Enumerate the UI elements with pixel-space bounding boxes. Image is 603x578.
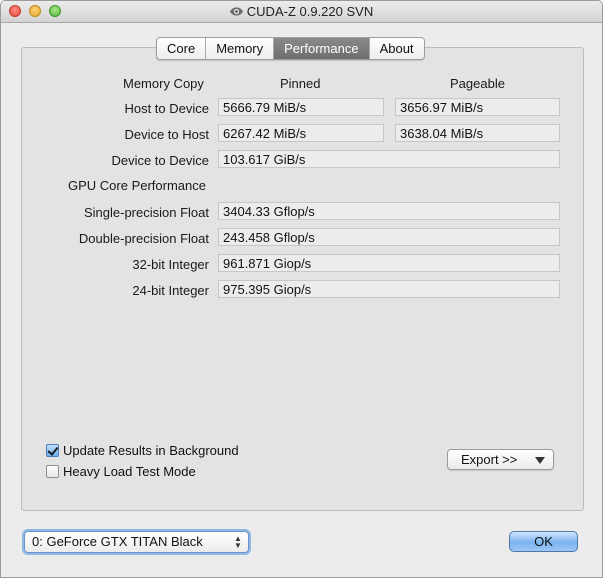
int32-value: 961.871 Giop/s bbox=[218, 254, 560, 272]
device-to-device-value: 103.617 GiB/s bbox=[218, 150, 560, 168]
heavy-load-option[interactable]: Heavy Load Test Mode bbox=[46, 463, 196, 479]
single-precision-value: 3404.33 Gflop/s bbox=[218, 202, 560, 220]
int24-value: 975.395 Giop/s bbox=[218, 280, 560, 298]
tab-about[interactable]: About bbox=[370, 38, 424, 59]
tab-performance[interactable]: Performance bbox=[274, 38, 370, 59]
heavy-load-checkbox[interactable] bbox=[46, 464, 59, 478]
gpu-core-performance-heading: GPU Core Performance bbox=[68, 178, 206, 193]
device-to-host-label: Device to Host bbox=[124, 127, 209, 142]
update-background-checkbox[interactable] bbox=[46, 443, 59, 457]
select-stepper-icon: ▲ ▼ bbox=[234, 534, 242, 550]
gpu-device-selected-value: 0: GeForce GTX TITAN Black bbox=[32, 534, 203, 549]
export-button-label: Export >> bbox=[461, 452, 518, 467]
host-to-device-label: Host to Device bbox=[124, 101, 209, 116]
double-precision-label: Double-precision Float bbox=[78, 231, 209, 246]
heavy-load-label: Heavy Load Test Mode bbox=[63, 463, 196, 479]
memory-copy-heading: Memory Copy bbox=[123, 76, 204, 91]
cuda-z-app-icon bbox=[229, 7, 243, 16]
double-precision-value: 243.458 Gflop/s bbox=[218, 228, 560, 246]
int32-label: 32-bit Integer bbox=[132, 257, 209, 272]
device-to-host-pinned-value: 6267.42 MiB/s bbox=[218, 124, 384, 142]
single-precision-label: Single-precision Float bbox=[83, 205, 209, 220]
device-to-host-pageable-value: 3638.04 MiB/s bbox=[395, 124, 560, 142]
tab-core[interactable]: Core bbox=[157, 38, 207, 59]
device-to-device-label: Device to Device bbox=[111, 153, 209, 168]
tab-bar: Core Memory Performance About bbox=[156, 37, 425, 60]
triangle-down-icon bbox=[535, 457, 545, 464]
title-bar[interactable]: CUDA-Z 0.9.220 SVN bbox=[1, 1, 602, 23]
window-title: CUDA-Z 0.9.220 SVN bbox=[1, 4, 602, 19]
pinned-column-header: Pinned bbox=[280, 76, 321, 91]
ok-button[interactable]: OK bbox=[509, 531, 578, 552]
pageable-column-header: Pageable bbox=[450, 76, 505, 91]
update-background-option[interactable]: Update Results in Background bbox=[46, 442, 239, 458]
tab-memory[interactable]: Memory bbox=[206, 38, 275, 59]
app-window: CUDA-Z 0.9.220 SVN Core Memory Performan… bbox=[0, 0, 603, 578]
window-title-text: CUDA-Z 0.9.220 SVN bbox=[246, 4, 374, 19]
gpu-device-select[interactable]: 0: GeForce GTX TITAN Black ▲ ▼ bbox=[24, 531, 249, 553]
int24-label: 24-bit Integer bbox=[132, 283, 209, 298]
export-button[interactable]: Export >> bbox=[447, 449, 554, 470]
host-to-device-pageable-value: 3656.97 MiB/s bbox=[395, 98, 560, 116]
host-to-device-pinned-value: 5666.79 MiB/s bbox=[218, 98, 384, 116]
update-background-label: Update Results in Background bbox=[63, 442, 239, 458]
